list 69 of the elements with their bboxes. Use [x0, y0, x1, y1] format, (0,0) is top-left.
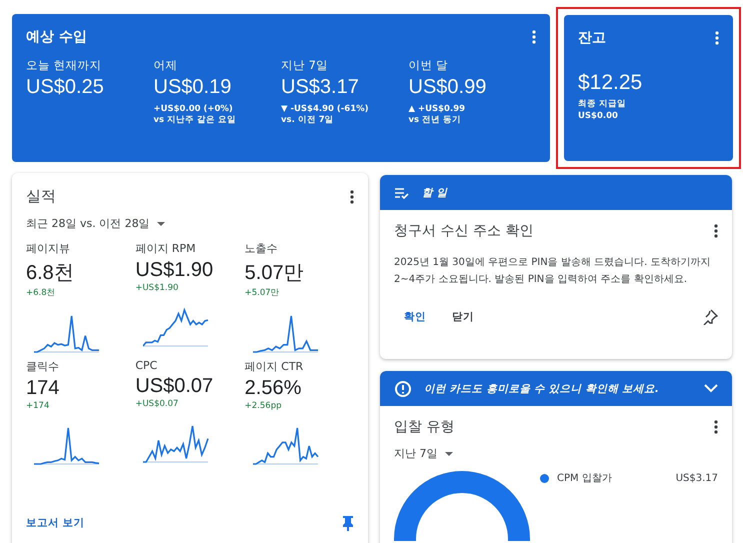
card-title: 잔고 [578, 29, 606, 47]
metric-label: 클릭수 [26, 359, 59, 374]
task-title: 청구서 수신 주소 확인 [394, 222, 534, 240]
legend-label: CPM 입찰가 [557, 472, 612, 485]
compare-text: vs 전년 동기 [408, 115, 462, 127]
period-dropdown[interactable]: 지난 7일 [394, 446, 454, 461]
sparkline-drawing [34, 425, 100, 465]
metric-label: 페이지뷰 [26, 241, 70, 256]
compare-text: vs. 이전 7일 [281, 115, 334, 127]
change-text: +2.56pp [244, 401, 282, 411]
last-payment-value: US$0.00 [578, 110, 618, 123]
caret-icon [444, 450, 454, 456]
more-icon[interactable] [714, 420, 718, 434]
alert-icon [394, 380, 412, 398]
metric-value: US$0.19 [154, 76, 232, 99]
metric-label: 페이지 RPM [135, 241, 196, 256]
caret-icon [156, 220, 166, 226]
compare-text: vs 지난주 같은 요일 [154, 115, 236, 127]
card-title: 입찰 유형 [394, 418, 454, 436]
sparkline-drawing [34, 313, 100, 353]
view-report-link[interactable]: 보고서 보기 [26, 516, 85, 530]
metric-value: 2.56% [244, 377, 302, 400]
metric-value: 6.8천 [26, 261, 74, 286]
balance-value: $12.25 [578, 71, 642, 95]
metric-label: CPC [135, 359, 158, 372]
metric-value: US$1.90 [135, 259, 214, 282]
action-button[interactable]: 확인 [394, 306, 436, 328]
metric-value: 174 [26, 377, 60, 400]
metric-label: 오늘 현재까지 [26, 58, 102, 73]
metric-value: US$0.99 [408, 76, 486, 99]
last-payment-label: 최종 지급일 [578, 99, 626, 111]
change-text: +US$0.00 (+0%) [154, 104, 233, 116]
metric-label: 어제 [154, 58, 178, 73]
legend-value: US$3.17 [676, 472, 718, 484]
sparkline-drawing [143, 423, 210, 463]
change-text: ▲ +US$0.99 [408, 104, 466, 116]
metric-label: 지난 7일 [281, 58, 328, 73]
change-text: +US$0.07 [135, 399, 178, 409]
card-title: 실적 [26, 187, 56, 206]
action-button[interactable]: 닫기 [442, 306, 484, 328]
card-title: 예상 수입 [26, 28, 87, 46]
task-description: 2025년 1월 30일에 우편으로 PIN을 발송해 드렸습니다. 도착하기까지 2~4주가 소요됩니다. 발송된 PIN을 입력하여 주소를 확인하세요. [394, 256, 712, 287]
change-text: +US$1.90 [135, 283, 178, 293]
checklist-icon [394, 186, 410, 198]
period-dropdown[interactable]: 최근 28일 vs. 이전 28일 [26, 216, 166, 231]
metric-value: US$0.07 [135, 375, 214, 398]
header-text: 할 일 [422, 186, 448, 200]
pin-icon[interactable] [342, 515, 354, 531]
metric-value: US$0.25 [26, 76, 104, 99]
suggestion-banner[interactable]: 이런 카드도 흥미로울 수 있으니 확인해 보세요. [380, 371, 732, 406]
more-icon[interactable] [715, 31, 719, 45]
suggestion-text: 이런 카드도 흥미로울 수 있으니 확인해 보세요. [424, 382, 659, 396]
pin-icon[interactable] [702, 309, 718, 325]
more-icon[interactable] [714, 224, 718, 238]
metric-label: 페이지 CTR [244, 359, 304, 374]
metric-label: 노출수 [244, 241, 278, 256]
metric-label: 이번 달 [408, 58, 448, 73]
change-text: +174 [26, 401, 50, 411]
metric-value: US$3.17 [281, 76, 359, 99]
sparkline-drawing [143, 307, 210, 347]
change-text: +5.07만 [244, 287, 280, 299]
sparkline-drawing [252, 425, 319, 465]
more-icon[interactable] [350, 190, 354, 204]
sparkline-drawing [252, 313, 319, 353]
metric-value: 5.07만 [244, 261, 304, 286]
chevron-icon[interactable] [704, 384, 718, 393]
change-text: ▼ -US$4.90 (-61%) [281, 104, 369, 116]
more-icon[interactable] [532, 30, 536, 44]
change-text: +6.8천 [26, 287, 56, 299]
